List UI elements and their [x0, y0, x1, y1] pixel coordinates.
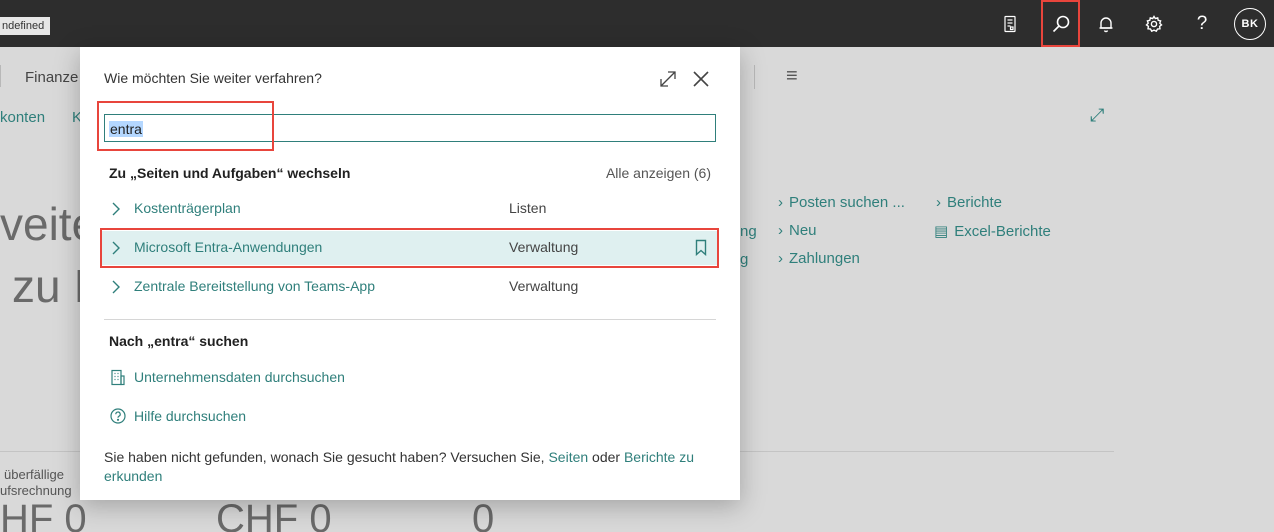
search-company-data-label[interactable]: Unternehmensdaten durchsuchen — [134, 369, 345, 385]
excel-report-icon: ▤ — [934, 223, 949, 240]
result-name[interactable]: Zentrale Bereitstellung von Teams-App — [134, 278, 375, 294]
footer-connector: oder — [592, 449, 621, 465]
search-section-heading: Nach „entra“ suchen — [109, 333, 249, 349]
cue-value-2[interactable]: CHF 0 — [216, 497, 332, 532]
cue-label-line-2: ufsrechnung — [0, 483, 72, 498]
chevron-right-icon — [112, 280, 120, 294]
show-all-link[interactable]: Alle anzeigen (6) — [606, 165, 711, 181]
highlight-search-input — [97, 101, 274, 151]
help-icon[interactable]: ? — [1178, 0, 1226, 47]
expand-icon[interactable] — [658, 69, 678, 89]
result-name[interactable]: Kostenträgerplan — [134, 200, 241, 216]
partial-action-1[interactable]: ng — [740, 223, 757, 240]
help-circle-icon — [109, 408, 126, 425]
bell-icon[interactable] — [1082, 0, 1130, 47]
headline-line-2: zu I — [12, 260, 87, 312]
close-icon[interactable] — [690, 68, 712, 90]
cue-value-1[interactable]: HF 0 — [0, 497, 87, 532]
action-payments[interactable]: › Zahlungen — [778, 250, 860, 267]
cue-value-3[interactable]: 0 — [472, 497, 494, 532]
section-divider — [104, 319, 716, 320]
nav-item-finance[interactable]: Finanze — [25, 69, 78, 86]
tell-me-dialog: Wie möchten Sie weiter verfahren? entra … — [80, 47, 740, 500]
search-company-data[interactable]: Unternehmensdaten durchsuchen — [109, 366, 345, 388]
action-find-entries[interactable]: › Posten suchen ... — [778, 194, 905, 211]
building-icon — [109, 369, 126, 386]
document-icon[interactable] — [986, 0, 1034, 47]
result-category: Verwaltung — [509, 278, 579, 294]
result-row[interactable]: Kostenträgerplan Listen — [102, 192, 718, 226]
nav-separator-right — [754, 65, 755, 89]
result-row[interactable]: Zentrale Bereitstellung von Teams-App Ve… — [102, 270, 718, 304]
expand-page-icon[interactable]: ⤢ — [1090, 105, 1104, 126]
user-avatar[interactable]: BK — [1234, 8, 1266, 40]
pages-section-heading: Zu „Seiten und Aufgaben“ wechseln — [109, 165, 351, 181]
search-icon[interactable] — [1041, 0, 1080, 47]
nav-separator — [0, 65, 1, 87]
search-help-label[interactable]: Hilfe durchsuchen — [134, 408, 246, 424]
highlight-selected-result — [100, 228, 719, 268]
top-bar: ndefined ? BK — [0, 0, 1274, 47]
environment-badge: ndefined — [0, 17, 51, 35]
sub-link-accounts[interactable]: konten — [0, 109, 45, 126]
chevron-right-icon — [112, 202, 120, 216]
cue-label-line-1: überfällige — [4, 467, 64, 482]
action-excel-reports[interactable]: ▤ Excel-Berichte — [934, 222, 1051, 241]
partial-action-2[interactable]: g — [740, 251, 748, 268]
hamburger-icon[interactable]: ≡ — [786, 65, 798, 88]
pages-link[interactable]: Seiten — [548, 449, 588, 465]
dialog-title: Wie möchten Sie weiter verfahren? — [104, 70, 322, 86]
action-new[interactable]: › Neu — [778, 222, 817, 239]
result-category: Listen — [509, 200, 547, 216]
footer-hint-text: Sie haben nicht gefunden, wonach Sie ges… — [104, 449, 545, 465]
search-help[interactable]: Hilfe durchsuchen — [109, 405, 246, 427]
action-reports[interactable]: › Berichte — [936, 194, 1002, 211]
gear-icon[interactable] — [1130, 0, 1178, 47]
footer-hint: Sie haben nicht gefunden, wonach Sie ges… — [104, 448, 704, 486]
